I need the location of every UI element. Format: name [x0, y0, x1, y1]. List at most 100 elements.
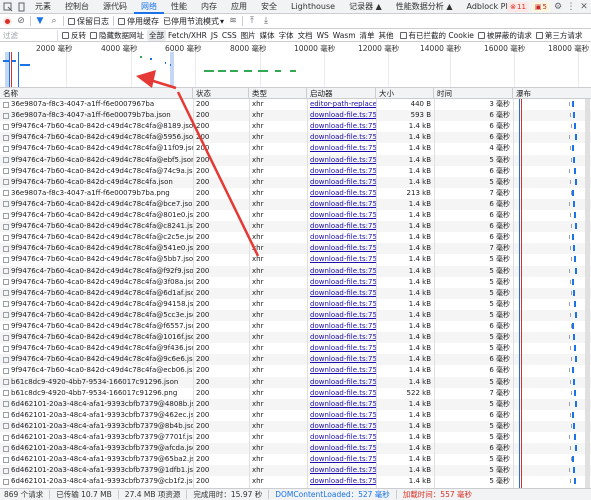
- overview-window-handle[interactable]: [170, 52, 174, 87]
- export-har-icon[interactable]: ⤓: [261, 16, 271, 26]
- type-filter-9[interactable]: Wasm: [331, 30, 358, 41]
- table-row[interactable]: b61c8dc9-4920-4bb7-9534-166017c91296.jso…: [0, 376, 591, 388]
- row-initiator-cell[interactable]: download-file.ts:75: [307, 343, 376, 354]
- row-name-cell[interactable]: b61c8dc9-4920-4bb7-9534-166017c91296.png: [0, 388, 193, 399]
- table-row[interactable]: 9f9476c4-7b60-4ca0-842d-c49d4c78c4fa@5cc…: [0, 309, 591, 321]
- table-row[interactable]: 9f9476c4-7b60-4ca0-842d-c49d4c78c4fa@ecb…: [0, 365, 591, 376]
- row-name-cell[interactable]: 9f9476c4-7b60-4ca0-842d-c49d4c78c4fa@ecb…: [0, 365, 193, 376]
- inspect-element-icon[interactable]: [2, 1, 14, 13]
- row-name-cell[interactable]: 36e9807a-f8c3-4047-a1ff-f6e0007967ba: [0, 99, 193, 110]
- tab-4[interactable]: 性能: [164, 0, 194, 14]
- row-initiator-cell[interactable]: download-file.ts:75: [307, 288, 376, 299]
- row-initiator-cell[interactable]: download-file.ts:75: [307, 443, 376, 454]
- row-initiator-cell[interactable]: download-file.ts:75: [307, 365, 376, 376]
- row-name-cell[interactable]: 36e9807a-f8c3-4047-a1ff-f6e00079b7ba.png: [0, 188, 193, 199]
- row-initiator-cell[interactable]: download-file.ts:75: [307, 121, 376, 132]
- table-row[interactable]: 6d462101-20a3-48c4-afa1-9393cbfb7379@afc…: [0, 443, 591, 455]
- throttle-select[interactable]: 已停用节流模式 ▾: [163, 16, 224, 27]
- row-initiator-cell[interactable]: download-file.ts:75: [307, 199, 376, 210]
- filter-input[interactable]: 过滤: [0, 29, 58, 41]
- table-row[interactable]: 6d462101-20a3-48c4-afa1-9393cbfb7379@1df…: [0, 465, 591, 477]
- row-initiator-cell[interactable]: download-file.ts:75: [307, 143, 376, 154]
- row-initiator-cell[interactable]: download-file.ts:75: [307, 277, 376, 288]
- blocked-cookies-checkbox[interactable]: 有已拦截的 Cookie: [399, 30, 474, 41]
- checkbox-box[interactable]: [535, 31, 543, 39]
- table-row[interactable]: 9f9476c4-7b60-4ca0-842d-c49d4c78c4fa@74c…: [0, 166, 591, 177]
- row-initiator-cell[interactable]: download-file.ts:75: [307, 388, 376, 399]
- table-row[interactable]: 9f9476c4-7b60-4ca0-842d-c49d4c78c4fa@541…: [0, 243, 591, 255]
- tab-6[interactable]: 应用: [224, 0, 254, 14]
- row-initiator-cell[interactable]: download-file.ts:75: [307, 465, 376, 476]
- row-initiator-cell[interactable]: download-file.ts:75: [307, 254, 376, 265]
- tab-3[interactable]: 网络: [134, 0, 164, 14]
- tab-7[interactable]: 安全: [254, 0, 284, 14]
- row-initiator-cell[interactable]: download-file.ts:75: [307, 476, 376, 487]
- row-initiator-cell[interactable]: download-file.ts:75: [307, 221, 376, 232]
- row-initiator-cell[interactable]: download-file.ts:75: [307, 177, 376, 188]
- row-name-cell[interactable]: 9f9476c4-7b60-4ca0-842d-c49d4c78c4fa@595…: [0, 132, 193, 143]
- row-initiator-cell[interactable]: download-file.ts:75: [307, 377, 376, 388]
- settings-gear-icon[interactable]: ⚙: [553, 2, 563, 12]
- row-name-cell[interactable]: 6d462101-20a3-48c4-afa1-9393cbfb7379@afc…: [0, 443, 193, 454]
- type-filter-4[interactable]: 图片: [239, 30, 258, 41]
- filter-icon[interactable]: ▼: [35, 16, 45, 26]
- table-row[interactable]: 9f9476c4-7b60-4ca0-842d-c49d4c78c4fa.jso…: [0, 176, 591, 188]
- network-conditions-icon[interactable]: ≋: [228, 16, 238, 26]
- row-name-cell[interactable]: 9f9476c4-7b60-4ca0-842d-c49d4c78c4fa@5bb…: [0, 254, 193, 265]
- table-row[interactable]: 9f9476c4-7b60-4ca0-842d-c49d4c78c4fa@595…: [0, 132, 591, 144]
- row-name-cell[interactable]: 6d462101-20a3-48c4-afa1-9393cbfb7379@65b…: [0, 454, 193, 465]
- clear-icon[interactable]: ⊘: [16, 16, 26, 26]
- tab-9[interactable]: 记录器 ▲: [342, 0, 389, 14]
- tab-10[interactable]: 性能数据分析 ▲: [389, 0, 460, 14]
- tab-0[interactable]: 元素: [28, 0, 58, 14]
- scrollbar[interactable]: [585, 99, 590, 488]
- row-name-cell[interactable]: 9f9476c4-7b60-4ca0-842d-c49d4c78c4fa@101…: [0, 332, 193, 343]
- error-count-badge[interactable]: ⊗ 11: [507, 2, 529, 12]
- checkbox-box[interactable]: [477, 31, 485, 39]
- row-initiator-cell[interactable]: download-file.ts:75: [307, 232, 376, 243]
- row-name-cell[interactable]: 9f9476c4-7b60-4ca0-842d-c49d4c78c4fa@9c6…: [0, 354, 193, 365]
- row-name-cell[interactable]: 9f9476c4-7b60-4ca0-842d-c49d4c78c4fa@11f…: [0, 143, 193, 154]
- row-name-cell[interactable]: 9f9476c4-7b60-4ca0-842d-c49d4c78c4fa@f65…: [0, 321, 193, 332]
- table-row[interactable]: 9f9476c4-7b60-4ca0-842d-c49d4c78c4fa@f92…: [0, 265, 591, 277]
- row-name-cell[interactable]: 9f9476c4-7b60-4ca0-842d-c49d4c78c4fa@74c…: [0, 166, 193, 177]
- type-filter-8[interactable]: WS: [315, 30, 331, 41]
- row-name-cell[interactable]: 6d462101-20a3-48c4-afa1-9393cbfb7379@770…: [0, 432, 193, 443]
- row-name-cell[interactable]: 9f9476c4-7b60-4ca0-842d-c49d4c78c4fa@bce…: [0, 199, 193, 210]
- row-name-cell[interactable]: 6d462101-20a3-48c4-afa1-9393cbfb7379@8b4…: [0, 421, 193, 432]
- row-name-cell[interactable]: 9f9476c4-7b60-4ca0-842d-c49d4c78c4fa@f92…: [0, 266, 193, 277]
- checkbox-box[interactable]: [62, 31, 69, 39]
- table-row[interactable]: 9f9476c4-7b60-4ca0-842d-c49d4c78c4fa@c82…: [0, 221, 591, 233]
- row-initiator-cell[interactable]: download-file.ts:75: [307, 155, 376, 166]
- row-name-cell[interactable]: 9f9476c4-7b60-4ca0-842d-c49d4c78c4fa@6d1…: [0, 288, 193, 299]
- row-initiator-cell[interactable]: download-file.ts:75: [307, 166, 376, 177]
- row-name-cell[interactable]: 36e9807a-f8c3-4047-a1ff-f6e00079b7ba.jso…: [0, 110, 193, 121]
- type-filter-10[interactable]: 清单: [358, 30, 377, 41]
- type-filter-7[interactable]: 文档: [296, 30, 315, 41]
- row-name-cell[interactable]: b61c8dc9-4920-4bb7-9534-166017c91296.jso…: [0, 377, 193, 388]
- checkbox-box[interactable]: [68, 17, 75, 25]
- table-row[interactable]: 9f9476c4-7b60-4ca0-842d-c49d4c78c4fa@9f4…: [0, 343, 591, 354]
- checkbox-box[interactable]: [399, 31, 407, 39]
- tab-8[interactable]: Lighthouse: [284, 0, 342, 14]
- row-initiator-cell[interactable]: download-file.ts:75: [307, 210, 376, 221]
- disable-cache-checkbox[interactable]: 停用缓存: [118, 16, 159, 27]
- table-row[interactable]: 6d462101-20a3-48c4-afa1-9393cbfb7379@8b4…: [0, 420, 591, 432]
- row-name-cell[interactable]: 9f9476c4-7b60-4ca0-842d-c49d4c78c4fa@941…: [0, 299, 193, 310]
- table-row[interactable]: 6d462101-20a3-48c4-afa1-9393cbfb7379@770…: [0, 432, 591, 443]
- row-initiator-cell[interactable]: download-file.ts:75: [307, 332, 376, 343]
- table-row[interactable]: 36e9807a-f8c3-4047-a1ff-f6e00079b7ba.jso…: [0, 110, 591, 122]
- row-name-cell[interactable]: 6d462101-20a3-48c4-afa1-9393cbfb7379@480…: [0, 399, 193, 410]
- row-name-cell[interactable]: 9f9476c4-7b60-4ca0-842d-c49d4c78c4fa@5cc…: [0, 310, 193, 321]
- row-initiator-cell[interactable]: editor-path-replace.t...: [307, 99, 376, 110]
- table-row[interactable]: b61c8dc9-4920-4bb7-9534-166017c91296.png…: [0, 388, 591, 399]
- type-filter-6[interactable]: 字体: [277, 30, 296, 41]
- row-initiator-cell[interactable]: download-file.ts:75: [307, 243, 376, 254]
- invert-checkbox[interactable]: 反转: [62, 30, 86, 41]
- type-filter-5[interactable]: 媒体: [258, 30, 277, 41]
- row-initiator-cell[interactable]: download-file.ts:75: [307, 266, 376, 277]
- table-row[interactable]: 6d462101-20a3-48c4-afa1-9393cbfb7379@462…: [0, 410, 591, 421]
- row-name-cell[interactable]: 9f9476c4-7b60-4ca0-842d-c49d4c78c4fa@c82…: [0, 221, 193, 232]
- more-options-icon[interactable]: ⋮: [566, 2, 576, 12]
- row-name-cell[interactable]: 9f9476c4-7b60-4ca0-842d-c49d4c78c4fa@3f0…: [0, 277, 193, 288]
